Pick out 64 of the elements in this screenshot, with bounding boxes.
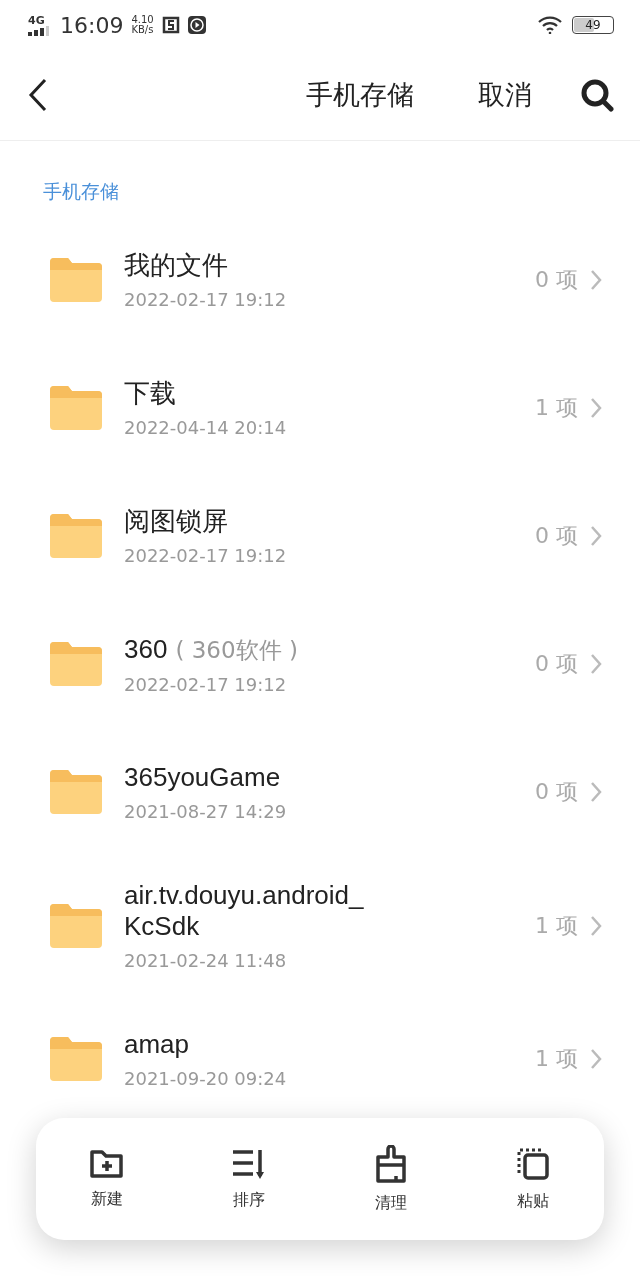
folder-row[interactable]: 下载 2022-04-14 20:14 1 项: [0, 344, 640, 472]
back-button[interactable]: [28, 78, 48, 112]
folder-icon: [50, 386, 102, 430]
folder-row[interactable]: 我的文件 2022-02-17 19:12 0 项: [0, 216, 640, 344]
toolbar-button[interactable]: 新建: [36, 1147, 178, 1211]
search-button[interactable]: [580, 78, 614, 112]
sort-icon: [231, 1147, 267, 1180]
folder-note: ( 360软件 ): [175, 635, 298, 665]
clock: 16:09: [60, 12, 124, 38]
toolbar-button[interactable]: 排序: [178, 1146, 320, 1212]
signal-icon: [28, 25, 50, 36]
folder-row[interactable]: 365youGame 2021-08-27 14:29 0 项: [0, 728, 640, 856]
toolbar-button[interactable]: 清理: [320, 1143, 462, 1215]
folder-row[interactable]: amap 2021-09-20 09:24 1 项: [0, 995, 640, 1104]
page-title: 手机存储: [306, 78, 414, 112]
paste-icon: [516, 1146, 550, 1181]
folder-date: 2021-08-27 14:29: [124, 801, 288, 823]
folder-date: 2021-02-24 11:48: [124, 950, 288, 972]
item-count: 0 项: [535, 266, 578, 294]
wifi-icon: [538, 16, 564, 34]
folder-date: 2022-02-17 19:12: [124, 289, 288, 311]
network-type: 4G: [28, 14, 45, 26]
brush-icon: [374, 1144, 408, 1183]
item-count: 1 项: [535, 394, 578, 422]
play-icon: [187, 16, 206, 34]
folder-row[interactable]: air.tv.douyu.android_KcSdk 2021-02-24 11:48 1 项: [0, 856, 640, 996]
item-count: 0 项: [535, 778, 578, 806]
item-count: 0 项: [535, 522, 578, 550]
chevron-right-icon: [590, 914, 602, 937]
folder-icon: [50, 642, 102, 686]
new-folder-icon: [89, 1148, 125, 1179]
chevron-right-icon: [590, 525, 602, 547]
chevron-right-icon: [590, 781, 602, 803]
folder-icon: [50, 770, 102, 814]
chevron-right-icon: [590, 653, 602, 675]
toolbar-button[interactable]: 粘贴: [462, 1145, 604, 1213]
folder-name: 我的文件: [124, 249, 228, 282]
folder-name: amap: [124, 1029, 190, 1061]
folder-name: 360: [124, 633, 168, 665]
folder-name: 365youGame: [124, 761, 281, 794]
cancel-button[interactable]: 取消: [478, 77, 532, 113]
folder-date: 2022-04-14 20:14: [124, 417, 288, 439]
folder-icon: [50, 1037, 102, 1082]
item-count: 1 项: [535, 911, 578, 940]
folder-icon: [50, 903, 102, 948]
item-count: 1 项: [535, 1045, 578, 1074]
speed-value: 4.10: [131, 15, 154, 25]
folder-icon: [50, 514, 102, 558]
chevron-right-icon: [590, 397, 602, 419]
folder-name: air.tv.douyu.android_KcSdk: [124, 880, 365, 943]
chevron-right-icon: [590, 269, 602, 291]
folder-row[interactable]: 阅图锁屏 2022-02-17 19:12 0 项: [0, 472, 640, 600]
folder-date: 2022-02-17 19:12: [124, 545, 288, 567]
battery-icon: 49: [572, 16, 614, 34]
folder-date: 2021-09-20 09:24: [124, 1068, 288, 1090]
folder-icon: [50, 258, 102, 302]
folder-row[interactable]: 360 ( 360软件 ) 2022-02-17 19:12 0 项: [0, 600, 640, 728]
item-count: 0 项: [535, 650, 578, 678]
folder-name: 下载: [124, 377, 176, 410]
folder-name: 阅图锁屏: [124, 505, 228, 538]
chevron-right-icon: [590, 1048, 602, 1071]
screenshot-icon: [161, 16, 180, 34]
speed-unit: KB/s: [131, 25, 154, 35]
folder-date: 2022-02-17 19:12: [124, 673, 288, 695]
